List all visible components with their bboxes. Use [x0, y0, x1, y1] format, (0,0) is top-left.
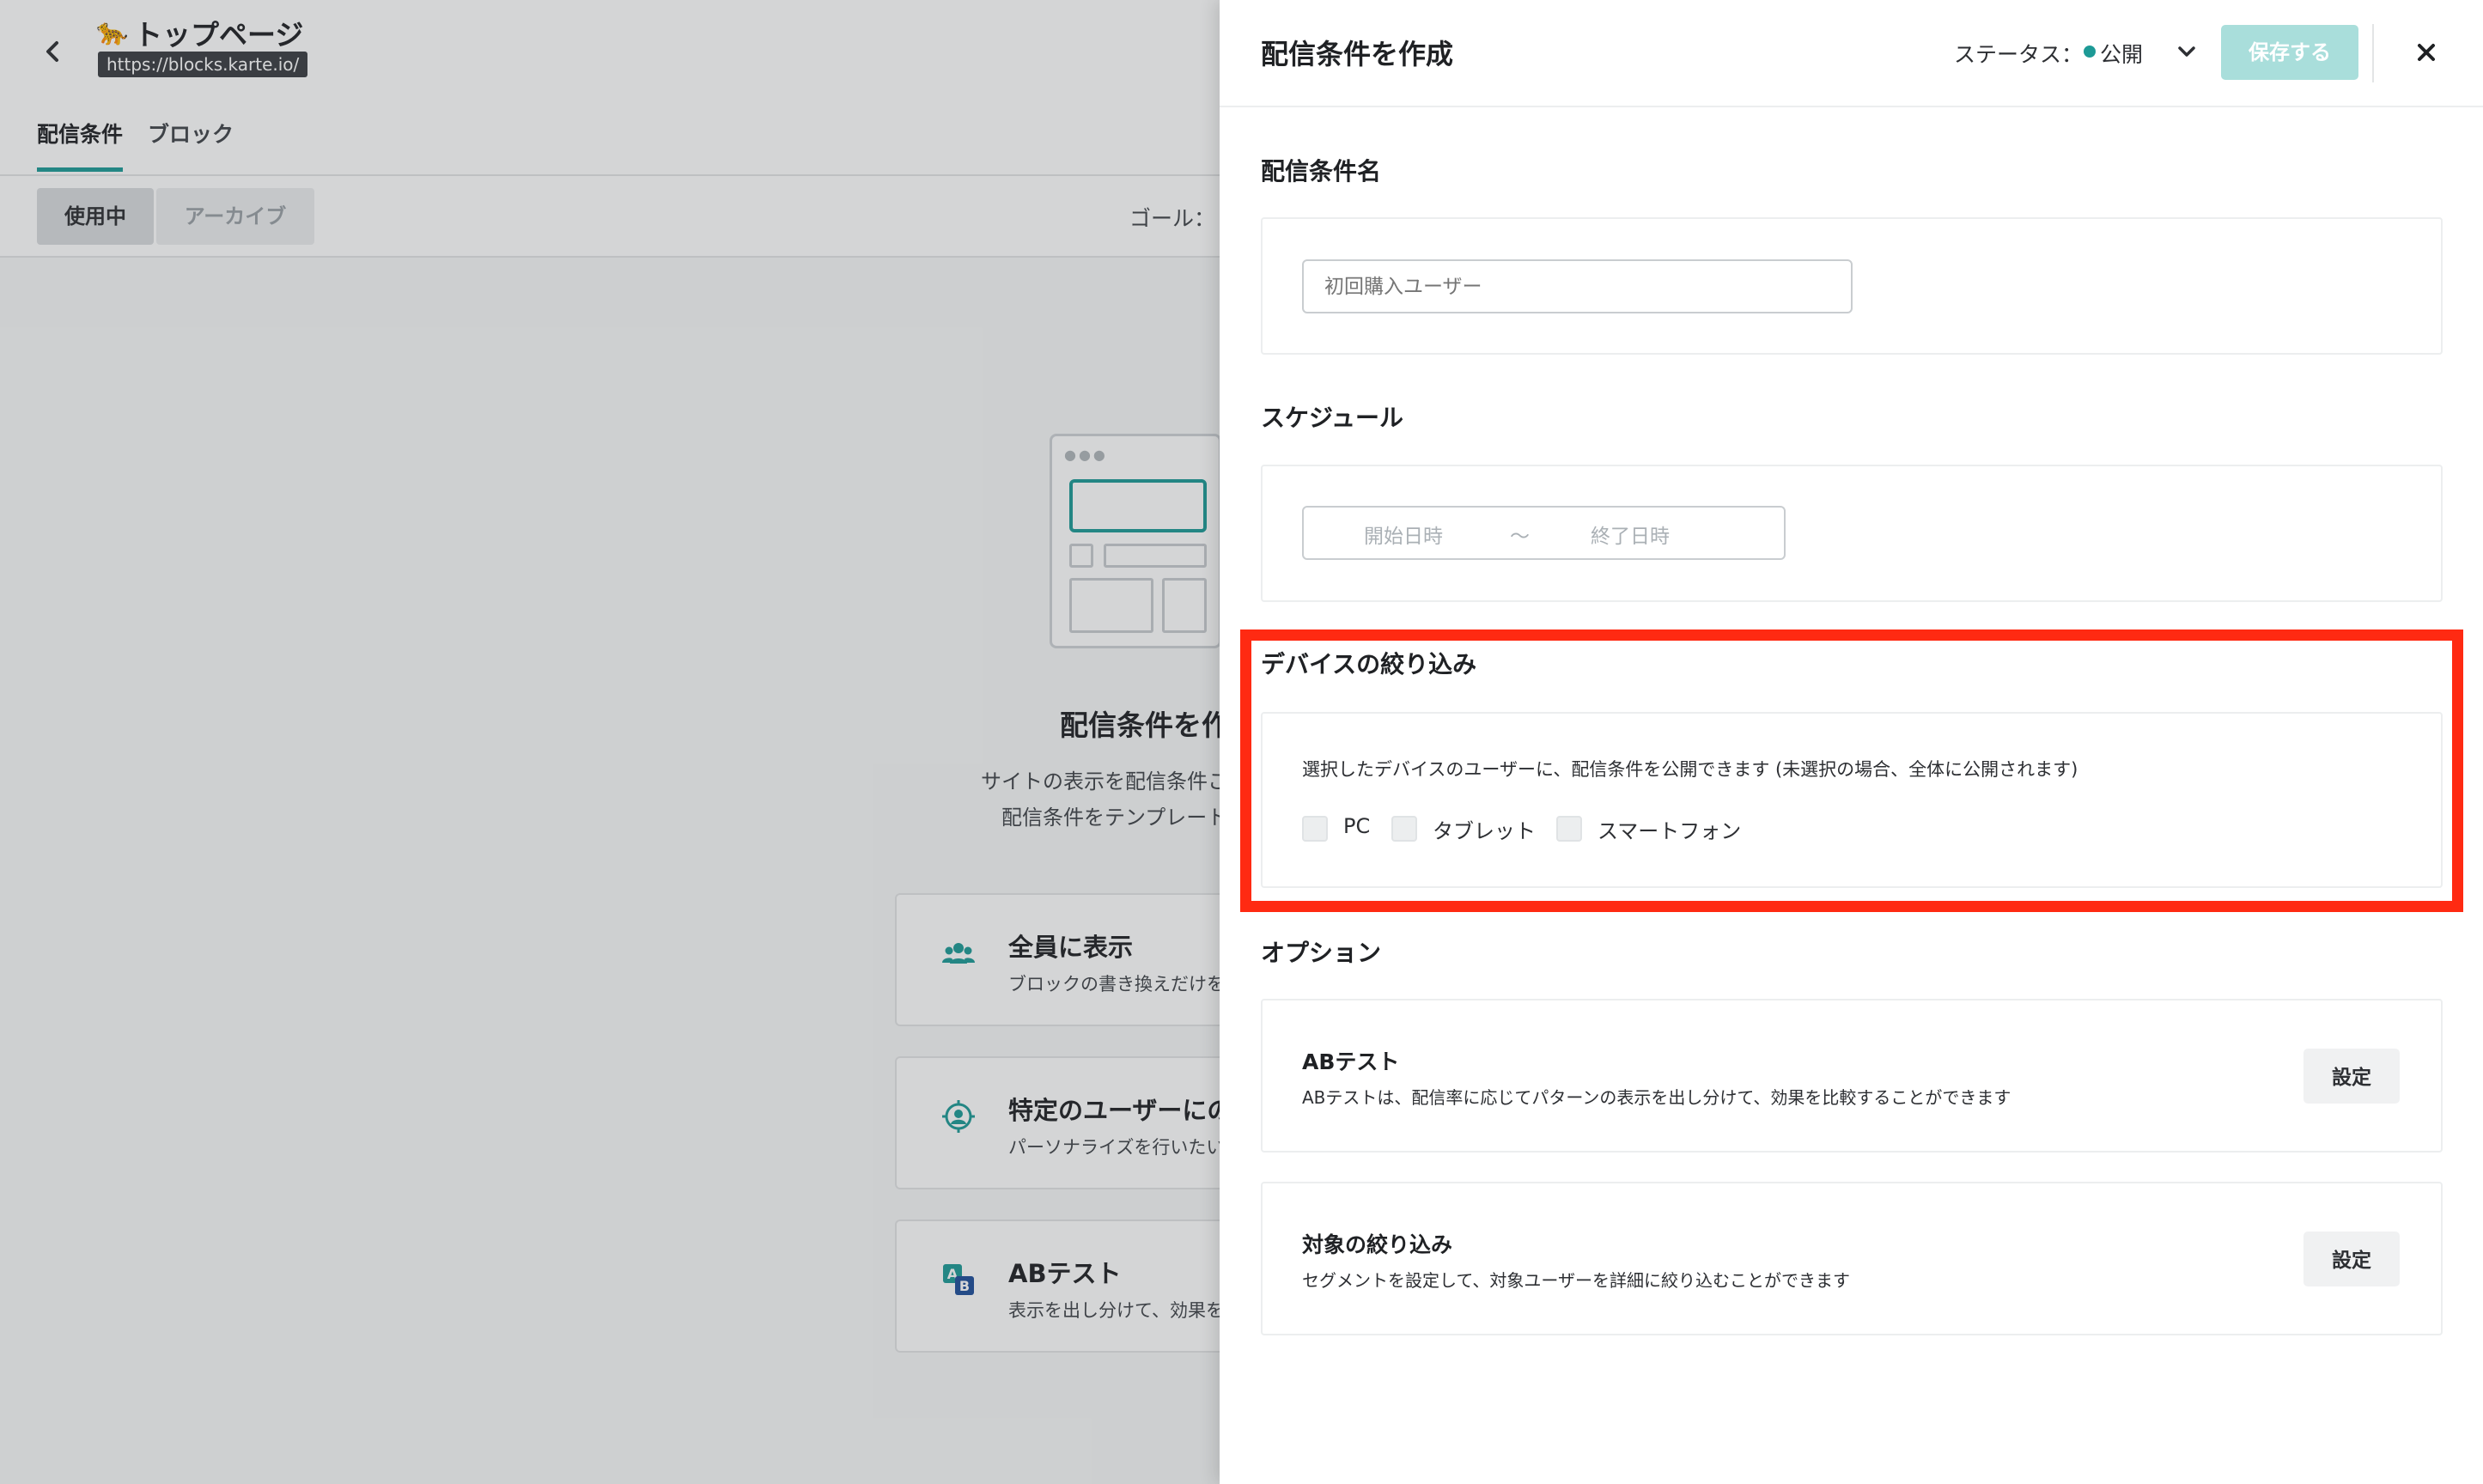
close-icon[interactable]: [2410, 36, 2443, 69]
drawer-header: 配信条件を作成 ステータス： 公開 保存する: [1220, 0, 2483, 107]
ab-test-option-title: ABテスト: [1302, 1049, 1400, 1074]
condition-name-title: 配信条件名: [1261, 157, 1382, 186]
end-date-field[interactable]: 終了日時: [1591, 520, 1670, 549]
date-range-picker[interactable]: 開始日時 〜 終了日時: [1302, 506, 1786, 560]
target-filter-settings-button[interactable]: 設定: [2303, 1232, 2400, 1286]
status-value[interactable]: 公開: [2100, 38, 2143, 69]
ab-test-settings-button[interactable]: 設定: [2303, 1049, 2400, 1104]
save-button[interactable]: 保存する: [2221, 25, 2358, 80]
start-date-field[interactable]: 開始日時: [1364, 520, 1443, 549]
schedule-title: スケジュール: [1261, 404, 1404, 432]
status-dot-icon: [2084, 46, 2096, 58]
drawer-title: 配信条件を作成: [1261, 38, 1454, 70]
target-filter-option-title: 対象の絞り込み: [1302, 1232, 1453, 1257]
status-label: ステータス：: [1954, 42, 2084, 67]
header-divider: [2372, 24, 2374, 82]
options-title: オプション: [1261, 939, 1382, 967]
ab-test-option-description: ABテストは、配信率に応じてパターンの表示を出し分けて、効果を比較することができ…: [1302, 1087, 2011, 1108]
ab-test-option-card: [1261, 999, 2443, 1153]
condition-name-input[interactable]: [1302, 259, 1853, 313]
highlight-annotation-box: [1240, 629, 2463, 912]
target-filter-option-description: セグメントを設定して、対象ユーザーを詳細に絞り込むことができます: [1302, 1270, 1850, 1291]
chevron-down-icon[interactable]: [2173, 38, 2200, 65]
modal-backdrop[interactable]: [0, 0, 1220, 1484]
date-range-separator: 〜: [1510, 526, 1530, 548]
